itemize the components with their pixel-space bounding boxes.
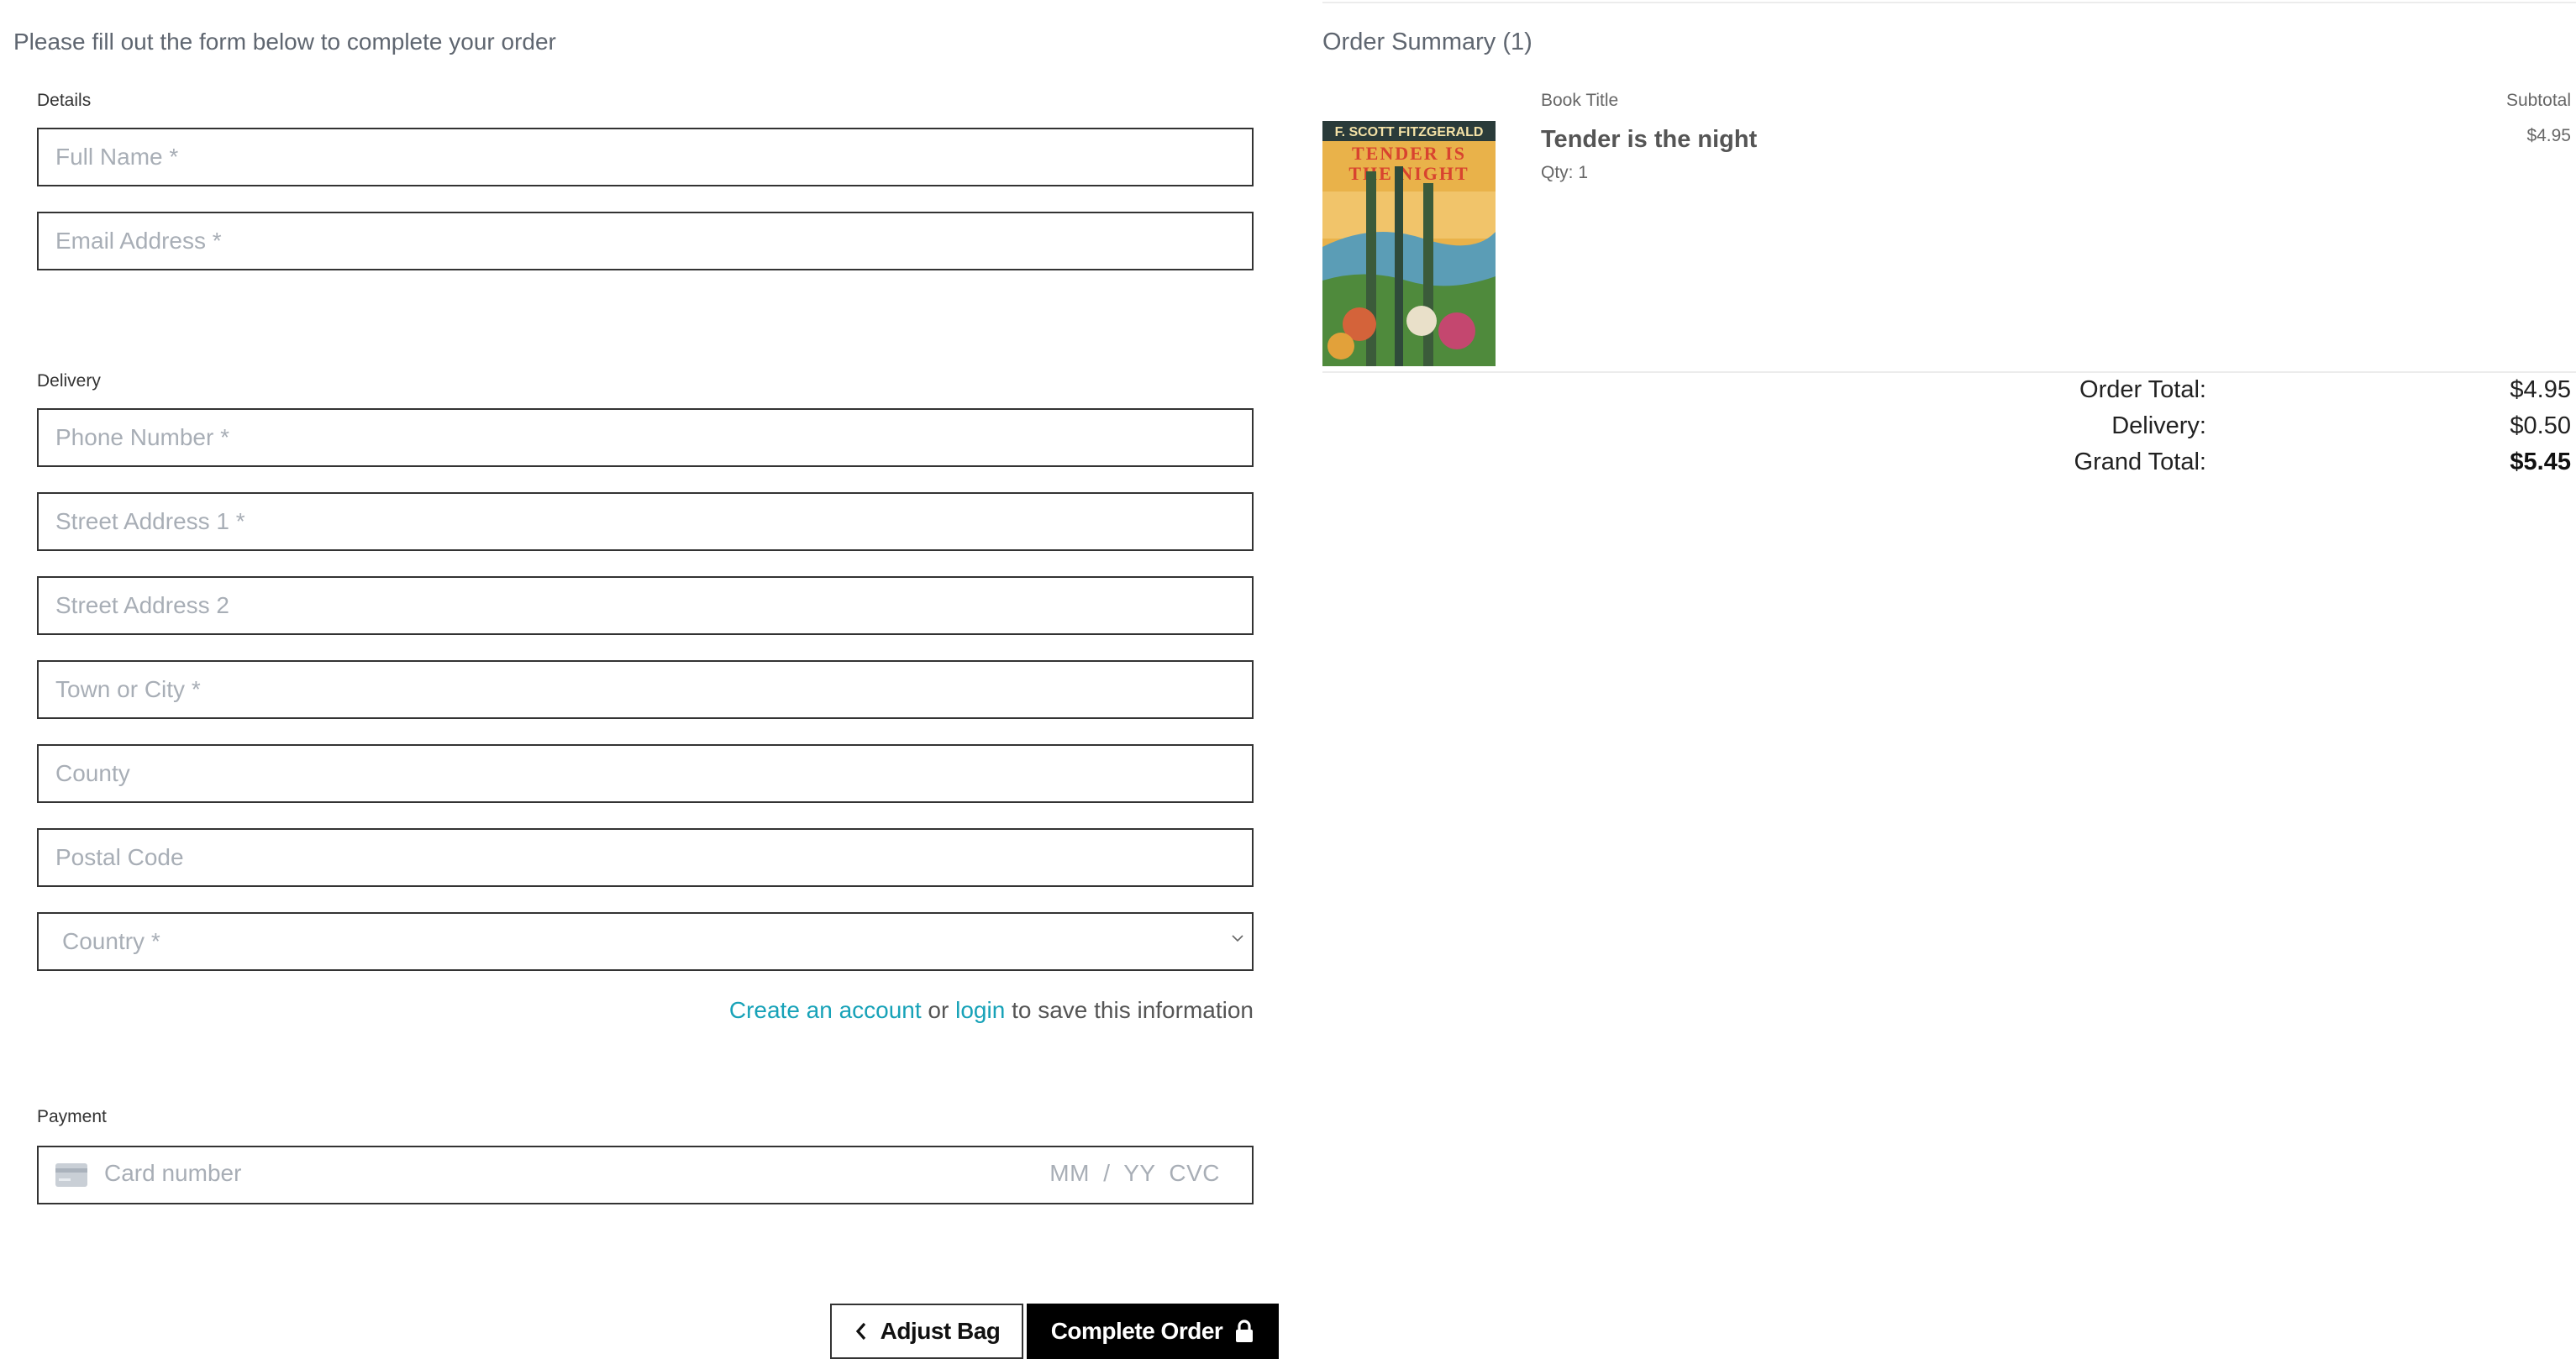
summary-divider xyxy=(1322,371,2576,373)
save-info-line: Create an account or login to save this … xyxy=(729,997,1254,1024)
top-divider xyxy=(1322,2,2576,3)
full-name-input[interactable] xyxy=(39,129,1252,185)
order-total-label: Order Total: xyxy=(2079,376,2206,403)
town-city-field[interactable] xyxy=(37,660,1254,719)
grand-total-value: $5.45 xyxy=(2510,449,2571,475)
street-address-1-input[interactable] xyxy=(39,494,1252,549)
form-intro-text: Please fill out the form below to comple… xyxy=(13,29,556,55)
order-item-quantity: Qty: 1 xyxy=(1541,163,1589,182)
street-address-1-field[interactable] xyxy=(37,492,1254,551)
grand-total-label: Grand Total: xyxy=(2074,449,2206,475)
login-link[interactable]: login xyxy=(955,997,1005,1023)
adjust-bag-label: Adjust Bag xyxy=(880,1318,1001,1344)
country-select-value: Country * xyxy=(62,928,160,954)
create-account-link[interactable]: Create an account xyxy=(729,997,922,1023)
card-element[interactable]: Card number MM / YY CVC xyxy=(37,1146,1254,1204)
cover-title-line1: TENDER IS xyxy=(1352,143,1466,164)
lock-icon xyxy=(1236,1320,1254,1342)
country-select[interactable]: Country * xyxy=(37,912,1254,971)
chevron-left-icon xyxy=(855,1322,865,1341)
book-title-column-header: Book Title xyxy=(1541,91,1619,110)
payment-section-label: Payment xyxy=(37,1107,107,1126)
town-city-input[interactable] xyxy=(39,662,1252,717)
credit-card-icon xyxy=(55,1163,87,1187)
phone-input[interactable] xyxy=(39,410,1252,465)
card-number-placeholder[interactable]: Card number xyxy=(104,1160,241,1187)
complete-order-button[interactable]: Complete Order xyxy=(1027,1304,1279,1359)
postal-code-input[interactable] xyxy=(39,830,1252,885)
email-input[interactable] xyxy=(39,213,1252,269)
phone-field[interactable] xyxy=(37,408,1254,467)
chevron-down-icon xyxy=(1232,935,1243,942)
full-name-field[interactable] xyxy=(37,128,1254,186)
order-summary-title: Order Summary (1) xyxy=(1322,29,1532,55)
details-section-label: Details xyxy=(37,91,92,110)
delivery-cost-label: Delivery: xyxy=(2111,412,2206,439)
delivery-section-label: Delivery xyxy=(37,371,101,391)
order-total-value: $4.95 xyxy=(2510,376,2571,403)
order-item-title: Tender is the night xyxy=(1541,126,1758,153)
postal-code-field[interactable] xyxy=(37,828,1254,887)
county-field[interactable] xyxy=(37,744,1254,803)
card-expiry-cvc-placeholder[interactable]: MM / YY CVC xyxy=(1049,1160,1220,1187)
street-address-2-field[interactable] xyxy=(37,576,1254,635)
save-info-suffix: to save this information xyxy=(1005,997,1254,1023)
save-info-or: or xyxy=(921,997,956,1023)
complete-order-label: Complete Order xyxy=(1050,1318,1223,1344)
subtotal-column-header: Subtotal xyxy=(2505,91,2571,110)
book-cover-image[interactable]: F. SCOTT FITZGERALD TENDER IS THE NIGHT xyxy=(1322,121,1496,366)
adjust-bag-button[interactable]: Adjust Bag xyxy=(830,1304,1023,1359)
email-field[interactable] xyxy=(37,212,1254,270)
order-item-subtotal: $4.95 xyxy=(2526,126,2571,145)
street-address-2-input[interactable] xyxy=(39,578,1252,633)
county-input[interactable] xyxy=(39,746,1252,801)
cover-author-text: F. SCOTT FITZGERALD xyxy=(1335,125,1484,139)
delivery-cost-value: $0.50 xyxy=(2510,412,2571,439)
